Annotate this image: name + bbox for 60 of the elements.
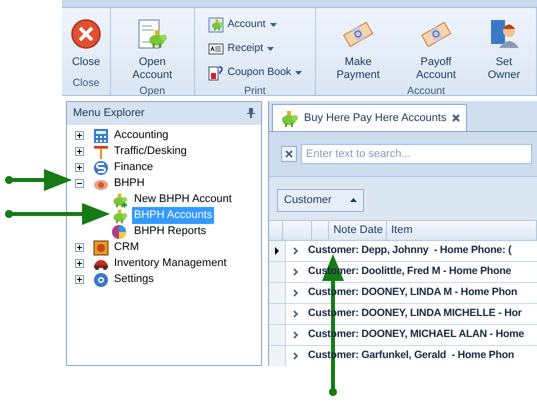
receipt-icon: [208, 41, 224, 57]
group-label: Account: [406, 84, 446, 99]
expand-row-icon[interactable]: [293, 268, 299, 276]
expand-row-icon[interactable]: [293, 246, 299, 254]
annotation-arrow: [4, 168, 74, 192]
pie-chart-icon: [111, 224, 129, 240]
ribbon-button[interactable]: Close: [66, 10, 106, 76]
expand-row-icon[interactable]: [293, 352, 299, 360]
expand-icon[interactable]: [75, 275, 84, 284]
tree-item[interactable]: Finance: [112, 159, 156, 176]
group-label: Print: [243, 84, 267, 99]
tree-item[interactable]: New BHPH Account: [132, 191, 234, 208]
ribbon-button[interactable]: Account: [204, 14, 306, 36]
ribbon-button[interactable]: Receipt: [204, 38, 306, 60]
column-header[interactable]: Item: [387, 220, 537, 240]
tree-item[interactable]: Accounting: [112, 127, 170, 144]
sort-ascending-icon: [350, 198, 357, 202]
tree-item[interactable]: Settings: [112, 271, 156, 288]
column-header[interactable]: Note Date: [329, 220, 388, 240]
expand-row-icon[interactable]: [293, 310, 299, 318]
ribbon-button[interactable]: Open Account: [115, 10, 190, 84]
expand-icon[interactable]: [75, 259, 84, 268]
tree-item[interactable]: Traffic/Desking: [112, 143, 189, 160]
search-field[interactable]: Enter text to search...: [301, 144, 532, 164]
expand-row-icon[interactable]: [293, 330, 299, 338]
ribbon-button[interactable]: Coupon Book: [204, 62, 306, 84]
piggy-bank-add-icon: [111, 192, 129, 208]
piggy-bank-icon: [279, 109, 298, 127]
group-label: Close: [72, 76, 100, 92]
piggy-bank-icon: [111, 208, 129, 224]
close-icon: [285, 150, 293, 158]
dollar-icon: [93, 160, 109, 176]
pin-icon[interactable]: [247, 108, 255, 118]
expand-icon[interactable]: [75, 243, 84, 252]
ribbon-button[interactable]: Set Owner: [476, 10, 532, 84]
collapse-icon[interactable]: [75, 179, 84, 188]
tree-item[interactable]: CRM: [112, 239, 142, 256]
document-tab[interactable]: Buy Here Pay Here Accounts: [272, 104, 468, 131]
tree-item[interactable]: Inventory Management: [112, 255, 229, 272]
current-row-indicator-icon: [275, 246, 279, 254]
expand-icon[interactable]: [75, 163, 84, 172]
gear-icon: [93, 272, 109, 288]
close-icon[interactable]: [452, 114, 460, 122]
expand-row-icon[interactable]: [293, 288, 299, 296]
group-label: Open: [138, 84, 166, 99]
ribbon-button[interactable]: Payoff Account: [398, 10, 474, 84]
piggy-bank-document-icon: [136, 18, 168, 50]
close-icon: [70, 18, 102, 50]
tree-item[interactable]: BHPH Reports: [132, 223, 208, 240]
calculator-icon: [93, 128, 109, 144]
expand-icon[interactable]: [75, 147, 84, 156]
expand-icon[interactable]: [75, 131, 84, 140]
tree-item[interactable]: BHPH: [112, 175, 147, 192]
group-by-column-button[interactable]: Customer: [277, 189, 364, 212]
signpost-icon: [93, 144, 109, 160]
group-row-text: Customer: Depp, Johnny - Home Phone: (: [308, 242, 512, 258]
ribbon-button[interactable]: Make Payment: [320, 10, 396, 84]
piggy-bank-icon: [208, 17, 224, 33]
clear-search-button[interactable]: [281, 146, 297, 162]
panel-title: Menu Explorer: [73, 106, 145, 121]
